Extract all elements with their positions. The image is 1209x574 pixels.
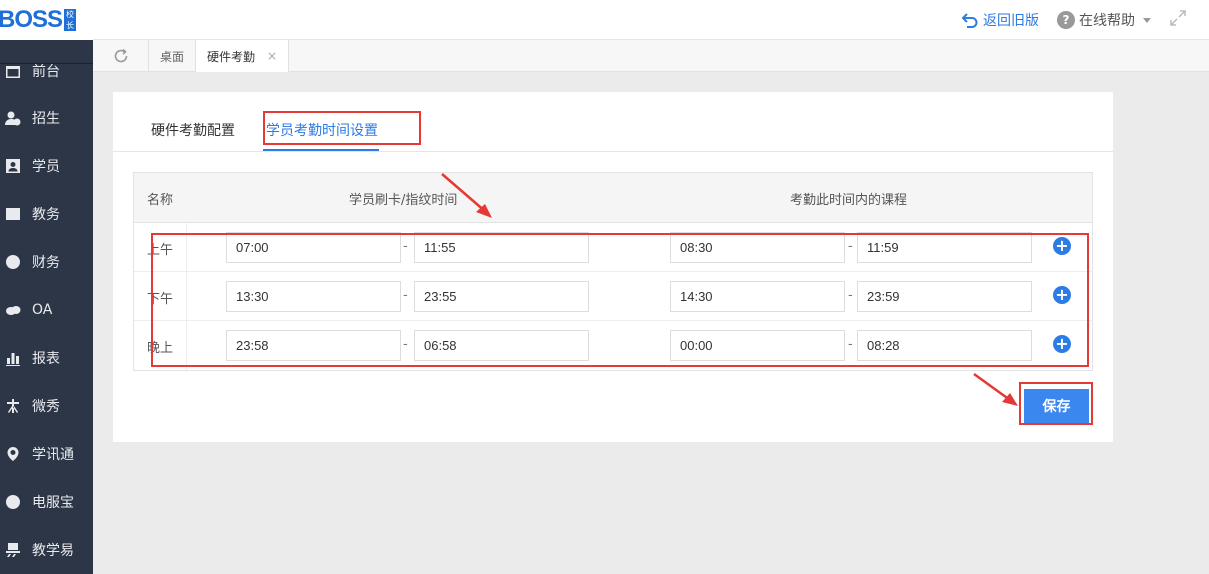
tab-label: 桌面 <box>160 49 185 64</box>
sidebar-item-label: 学员 <box>32 159 60 175</box>
content-card: 硬件考勤配置 学员考勤时间设置 名称 学员刷卡/指纹时间 考勤此时间内的课程 上… <box>113 92 1113 442</box>
sidebar-item-label: 招生 <box>32 111 60 127</box>
online-help-label: 在线帮助 <box>1079 13 1135 29</box>
bar-chart-icon <box>4 349 22 367</box>
yen-icon <box>4 253 22 271</box>
sidebar-item-enroll[interactable]: 招生 <box>0 94 93 142</box>
subtab-bar: 硬件考勤配置 学员考勤时间设置 <box>113 92 1113 152</box>
logo-text: BOSS <box>0 6 63 33</box>
sidebar-item-label: 前台 <box>32 64 60 80</box>
tab-hardware-config[interactable]: 硬件考勤配置 <box>151 120 235 140</box>
xiu-icon <box>4 397 22 415</box>
student-icon <box>4 157 22 175</box>
sidebar-item-jiaoxueyi[interactable]: 教学易 <box>0 526 93 574</box>
logo: BOSS 校长 <box>0 0 93 40</box>
location-icon <box>4 445 22 463</box>
table-header: 名称 学员刷卡/指纹时间 考勤此时间内的课程 <box>134 173 1092 223</box>
column-header-course-time: 考勤此时间内的课程 <box>790 193 908 208</box>
sidebar-item-label: 报表 <box>32 351 60 367</box>
tab-label: 硬件考勤 <box>207 49 256 64</box>
phone-icon <box>4 493 22 511</box>
sidebar-item-finance[interactable]: 财务 <box>0 238 93 286</box>
back-to-old-version-label: 返回旧版 <box>983 13 1039 29</box>
sidebar-item-reports[interactable]: 报表 <box>0 334 93 382</box>
sidebar-item-oa[interactable]: OA <box>0 286 93 334</box>
fullscreen-button[interactable] <box>1169 9 1187 31</box>
chat-icon <box>4 301 22 319</box>
calendar-icon <box>4 62 22 80</box>
tab-desktop[interactable]: 桌面 <box>149 40 197 72</box>
sidebar-divider <box>0 63 93 64</box>
expand-icon <box>1170 10 1186 26</box>
column-header-name: 名称 <box>147 193 174 208</box>
sidebar-item-label: 财务 <box>32 255 60 271</box>
annotation-arrow-save <box>973 372 1018 406</box>
online-help-dropdown[interactable]: ? 在线帮助 <box>1057 10 1151 30</box>
sidebar-item-label: 教学易 <box>32 543 74 559</box>
back-to-old-version-link[interactable]: 返回旧版 <box>961 10 1039 30</box>
sidebar-nav: 前台 招生 学员 教务 财务 OA 报表 微秀 学讯通 电服宝 教学易 <box>0 48 93 574</box>
sidebar-item-students[interactable]: 学员 <box>0 142 93 190</box>
annotation-box-save <box>1019 382 1093 425</box>
sidebar: BOSS 校长 前台 招生 学员 教务 财务 OA 报表 微秀 学讯通 电服宝 … <box>0 0 93 574</box>
sidebar-item-label: 教务 <box>32 207 60 223</box>
sidebar-item-weixiu[interactable]: 微秀 <box>0 382 93 430</box>
active-tab-indicator <box>263 149 379 151</box>
sidebar-item-xuexuntong[interactable]: 学讯通 <box>0 430 93 478</box>
sidebar-item-label: 电服宝 <box>32 495 74 511</box>
annotation-box-tab <box>263 111 421 145</box>
header-actions: 返回旧版 ? 在线帮助 <box>961 0 1187 40</box>
sidebar-item-frontdesk[interactable]: 前台 <box>0 48 93 94</box>
logo-badge: 校长 <box>64 9 77 31</box>
sidebar-item-dianfubao[interactable]: 电服宝 <box>0 478 93 526</box>
sidebar-item-academic[interactable]: 教务 <box>0 190 93 238</box>
top-header: 返回旧版 ? 在线帮助 <box>93 0 1209 40</box>
close-icon[interactable]: × <box>267 49 277 63</box>
annotation-arrow-table <box>441 173 492 218</box>
page-tabbar: 桌面 硬件考勤 × <box>93 40 1209 72</box>
sidebar-item-label: OA <box>32 302 53 318</box>
question-icon: ? <box>1057 11 1075 29</box>
book-icon <box>4 205 22 223</box>
yi-icon <box>4 541 22 559</box>
caret-down-icon <box>1143 17 1151 23</box>
refresh-icon <box>114 48 127 63</box>
sidebar-item-label: 微秀 <box>32 399 60 415</box>
annotation-box-rows <box>151 233 1089 367</box>
sidebar-item-label: 学讯通 <box>32 447 74 463</box>
tab-hardware-attendance[interactable]: 硬件考勤 × <box>196 40 290 72</box>
user-add-icon <box>4 109 22 127</box>
undo-icon <box>961 13 978 28</box>
refresh-button[interactable] <box>93 40 149 72</box>
